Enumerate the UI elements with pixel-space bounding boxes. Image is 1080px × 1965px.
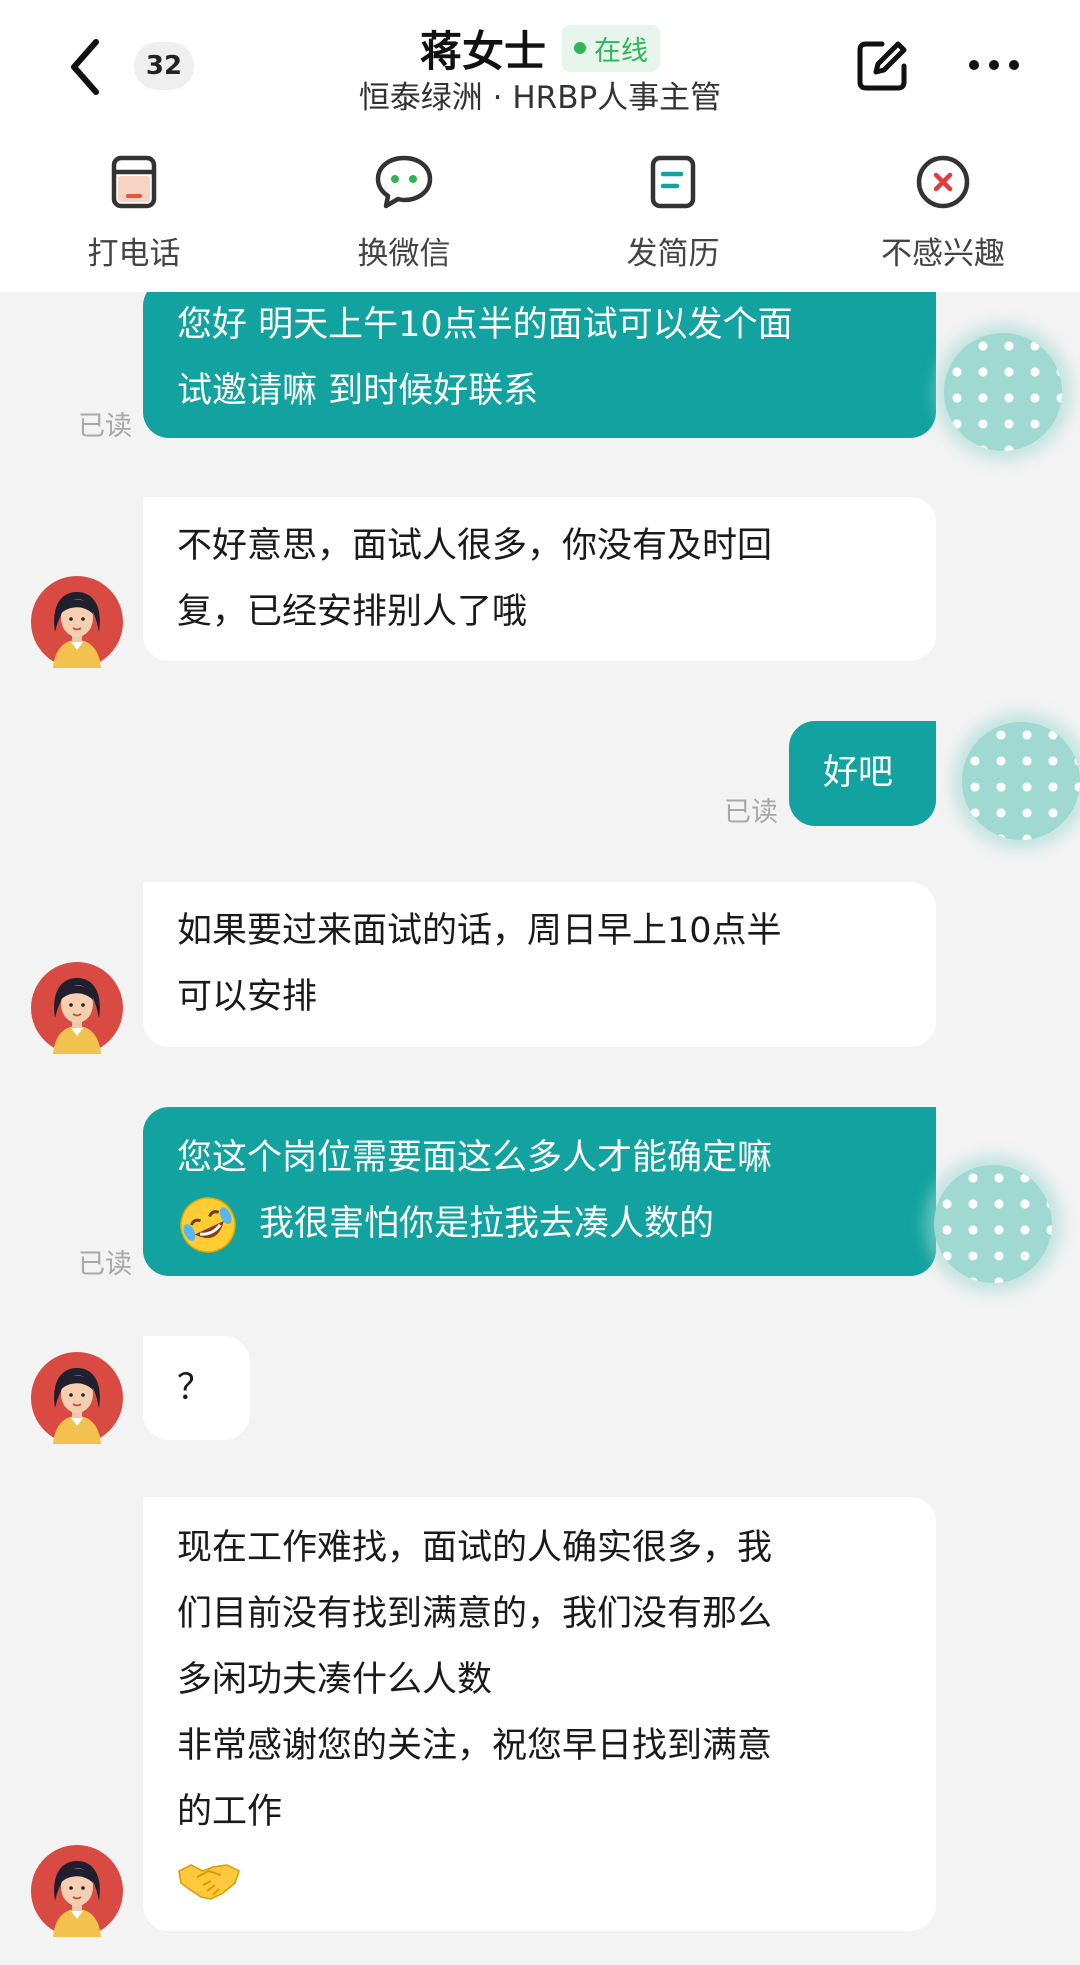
message-line: 们目前没有找到满意的，我们没有那么 bbox=[177, 1594, 773, 1634]
message-bubble-received[interactable]: 现在工作难找，面试的人确实很多，我 们目前没有找到满意的，我们没有那么 多闲功夫… bbox=[143, 1497, 936, 1931]
laughing-crying-emoji bbox=[180, 1197, 236, 1253]
online-status-badge: 在线 bbox=[562, 24, 660, 72]
message-line: 如果要过来面试的话，周日早上10点半 bbox=[177, 911, 782, 951]
message-bubble-sent[interactable]: 好吧 bbox=[789, 721, 936, 826]
message-line: 试邀请嘛 到时候好联系 bbox=[177, 371, 539, 411]
edit-note-icon[interactable] bbox=[852, 36, 912, 96]
message-line-with-emoji: 我很害怕你是拉我去凑人数的 bbox=[177, 1191, 902, 1257]
my-avatar[interactable] bbox=[962, 722, 1080, 840]
contact-avatar[interactable] bbox=[31, 962, 123, 1054]
read-receipt: 已读 bbox=[78, 411, 132, 442]
contact-avatar[interactable] bbox=[31, 1845, 123, 1937]
send-resume-action[interactable]: 发简历 bbox=[573, 152, 773, 273]
my-avatar[interactable] bbox=[944, 333, 1062, 451]
contact-company-title: 恒泰绿洲 · HRBP人事主管 bbox=[358, 80, 722, 116]
read-receipt: 已读 bbox=[78, 1249, 132, 1280]
message-line: 复，已经安排别人了哦 bbox=[177, 592, 528, 632]
send-resume-label: 发简历 bbox=[626, 236, 720, 272]
online-dot-icon bbox=[574, 42, 586, 54]
message-line: ？ bbox=[177, 1368, 213, 1408]
phone-icon bbox=[111, 155, 157, 209]
contact-avatar[interactable] bbox=[31, 576, 123, 668]
message-line: 非常感谢您的关注，祝您早日找到满意 bbox=[177, 1726, 773, 1766]
contact-name: 蒋女士 bbox=[419, 26, 546, 76]
not-interested-icon bbox=[916, 155, 970, 209]
not-interested-label: 不感兴趣 bbox=[881, 236, 1005, 272]
online-status-text: 在线 bbox=[594, 35, 648, 67]
read-receipt: 已读 bbox=[724, 797, 778, 828]
wechat-label: 换微信 bbox=[357, 236, 451, 272]
wechat-action[interactable]: 换微信 bbox=[304, 152, 504, 273]
message-line-emoji bbox=[177, 1845, 902, 1911]
message-line: 的工作 bbox=[177, 1792, 283, 1832]
title-row: 蒋女士 在线 bbox=[0, 18, 1080, 78]
message-bubble-received[interactable]: 如果要过来面试的话，周日早上10点半 可以安排 bbox=[143, 882, 936, 1047]
message-line: 多闲功夫凑什么人数 bbox=[177, 1660, 493, 1700]
message-line: 可以安排 bbox=[177, 977, 318, 1017]
call-label: 打电话 bbox=[87, 236, 181, 272]
my-avatar[interactable] bbox=[934, 1165, 1052, 1283]
chat-area[interactable]: 您好 明天上午10点半的面试可以发个面 试邀请嘛 到时候好联系 已读 不好意思，… bbox=[0, 0, 1080, 1965]
message-bubble-sent[interactable]: 您好 明天上午10点半的面试可以发个面 试邀请嘛 到时候好联系 bbox=[143, 280, 936, 438]
not-interested-action[interactable]: 不感兴趣 bbox=[843, 152, 1043, 273]
more-options-icon[interactable] bbox=[966, 40, 1022, 90]
message-bubble-sent[interactable]: 您这个岗位需要面这么多人才能确定嘛 我很害怕你是拉我去凑人数的 bbox=[143, 1107, 936, 1276]
contact-avatar[interactable] bbox=[31, 1352, 123, 1444]
message-bubble-received[interactable]: 不好意思，面试人很多，你没有及时回 复，已经安排别人了哦 bbox=[143, 497, 936, 661]
message-line: 好吧 bbox=[823, 753, 894, 793]
message-line: 您这个岗位需要面这么多人才能确定嘛 bbox=[177, 1138, 773, 1178]
chat-header: 32 蒋女士 在线 恒泰绿洲 · HRBP人事主管 打电话 换微信 发简历 不感… bbox=[0, 0, 1080, 292]
quick-actions-bar: 打电话 换微信 发简历 不感兴趣 bbox=[0, 152, 1080, 272]
message-line: 不好意思，面试人很多，你没有及时回 bbox=[177, 526, 773, 566]
wechat-icon bbox=[375, 155, 433, 209]
resume-icon bbox=[650, 155, 696, 209]
message-line: 现在工作难找，面试的人确实很多，我 bbox=[177, 1528, 773, 1568]
call-action[interactable]: 打电话 bbox=[34, 152, 234, 273]
handshake-emoji bbox=[178, 1864, 240, 1900]
message-text: 我很害怕你是拉我去凑人数的 bbox=[259, 1204, 715, 1244]
message-line: 您好 明天上午10点半的面试可以发个面 bbox=[177, 305, 793, 345]
message-bubble-received[interactable]: ？ bbox=[143, 1336, 250, 1440]
